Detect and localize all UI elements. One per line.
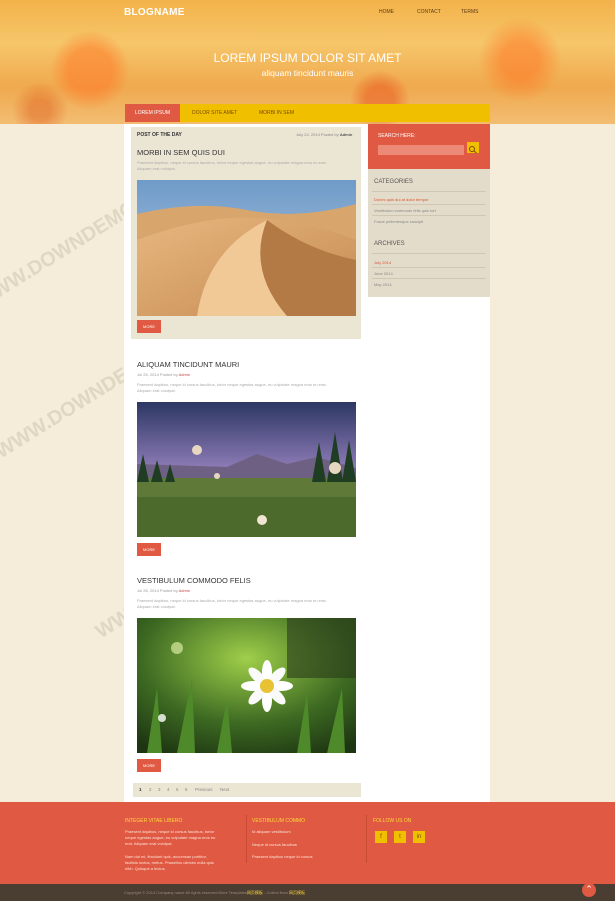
divider (366, 815, 367, 863)
divider (372, 204, 486, 205)
tab-dolor-site-amet[interactable]: DOLOR SITE AMET (182, 104, 247, 122)
copyright-link[interactable]: 网页模板 (289, 890, 305, 895)
arrow-up-icon: ⌃ (585, 884, 593, 894)
previous-link[interactable]: Previous (195, 787, 213, 792)
tab-lorem-ipsum[interactable]: LOREM IPSUM (125, 104, 181, 122)
post-title[interactable]: MORBI IN SEM QUIS DUI (137, 148, 225, 157)
footer-col1-text: Nam dui mi, tincidunt quis, accumsan por… (125, 854, 214, 871)
hero-subtitle: aliquam tincidunt mauris (261, 68, 354, 78)
meadow-image (137, 402, 356, 537)
site-logo[interactable]: BLOGNAME (124, 7, 185, 18)
footer-col1-text: Praesent dapibus, neque id cursus faucib… (125, 829, 216, 846)
daisy-image (137, 618, 356, 753)
category-link[interactable]: Donec quis dui at dolor tempor (374, 197, 428, 202)
bottom-bar (0, 884, 615, 901)
category-tab-bar: LOREM IPSUM DOLOR SITE AMET MORBI IN SEM (125, 104, 490, 122)
divider (372, 215, 486, 216)
page-4[interactable]: 4 (167, 787, 170, 792)
page-3[interactable]: 3 (158, 787, 161, 792)
footer-col2-title: VESTIBULUM COMMO (252, 818, 306, 824)
divider (372, 191, 486, 192)
archive-link[interactable]: July 2014 (374, 260, 391, 265)
linkedin-icon[interactable]: in (413, 831, 425, 843)
divider (372, 253, 486, 254)
category-link[interactable]: Fusce pellentesque suscipit (374, 219, 423, 224)
post-meta: Jul 26, 2014 Posted by Admin (137, 588, 190, 593)
page-1[interactable]: 1 (139, 787, 142, 792)
nav-terms[interactable]: TERMS (461, 9, 479, 15)
post-title[interactable]: ALIQUAM TINCIDUNT MAURI (137, 360, 239, 369)
pagination: 1 2 3 4 5 6 Previous Next (133, 783, 361, 797)
category-link[interactable]: Vestibulum commodo felis quis tort (374, 208, 436, 213)
footer-link[interactable]: Praesent dapibus neque id cursus (252, 854, 312, 859)
nav-contact[interactable]: CONTACT (417, 9, 441, 15)
page-6[interactable]: 6 (185, 787, 188, 792)
next-link[interactable]: Next (220, 787, 229, 792)
post-excerpt: Praesent dapibus, neque id cursus faucib… (137, 598, 327, 609)
archives-title: ARCHIVES (374, 241, 405, 247)
footer-col1-title: INTEGER VITAE LIBERO (125, 818, 183, 824)
nav-home[interactable]: HOME (379, 9, 394, 15)
footer (0, 802, 615, 884)
copyright-text: Copyright © 2014 Company name All rights… (124, 890, 305, 895)
tab-morbi-in-sem[interactable]: MORBI IN SEM (249, 104, 304, 122)
search-button[interactable] (467, 142, 479, 154)
divider (372, 267, 486, 268)
back-to-top-button[interactable]: ⌃ (582, 883, 596, 897)
more-button[interactable]: MORE (137, 320, 161, 333)
divider (372, 278, 486, 279)
post-title[interactable]: VESTIBULUM COMMODO FELIS (137, 576, 251, 585)
search-label: SEARCH HERE: (378, 133, 416, 139)
twitter-icon[interactable]: t (394, 831, 406, 843)
archive-link[interactable]: June 2014 (374, 271, 393, 276)
more-button[interactable]: MORE (137, 759, 161, 772)
post-meta: Jul 25, 2014 Posted by Admin (137, 372, 190, 377)
copyright-link[interactable]: 网页模板 (247, 890, 263, 895)
search-icon (469, 146, 477, 154)
post-excerpt: Praesent dapibus, neque id cursus faucib… (137, 382, 327, 393)
post-of-day-label: POST OF THE DAY (137, 132, 182, 138)
page-2[interactable]: 2 (149, 787, 152, 792)
footer-col3-title: FOLLOW US ON (373, 818, 412, 824)
hero-title: LOREM IPSUM DOLOR SIT AMET (213, 51, 402, 65)
categories-title: CATEGORIES (374, 179, 413, 185)
archive-link[interactable]: May 2014 (374, 282, 392, 287)
footer-link[interactable]: Id aliquam vestibulum (252, 829, 291, 834)
post-excerpt: Praesent dapibus, neque id cursus faucib… (137, 160, 327, 171)
desert-image (137, 180, 356, 316)
divider (246, 815, 247, 863)
search-input[interactable] (378, 145, 464, 155)
more-button[interactable]: MORE (137, 543, 161, 556)
facebook-icon[interactable]: f (375, 831, 387, 843)
footer-link[interactable]: Neque id cursus faucibus (252, 842, 297, 847)
post-meta: July 24, 2014 Posted by Admin (296, 132, 353, 137)
page-5[interactable]: 5 (176, 787, 179, 792)
